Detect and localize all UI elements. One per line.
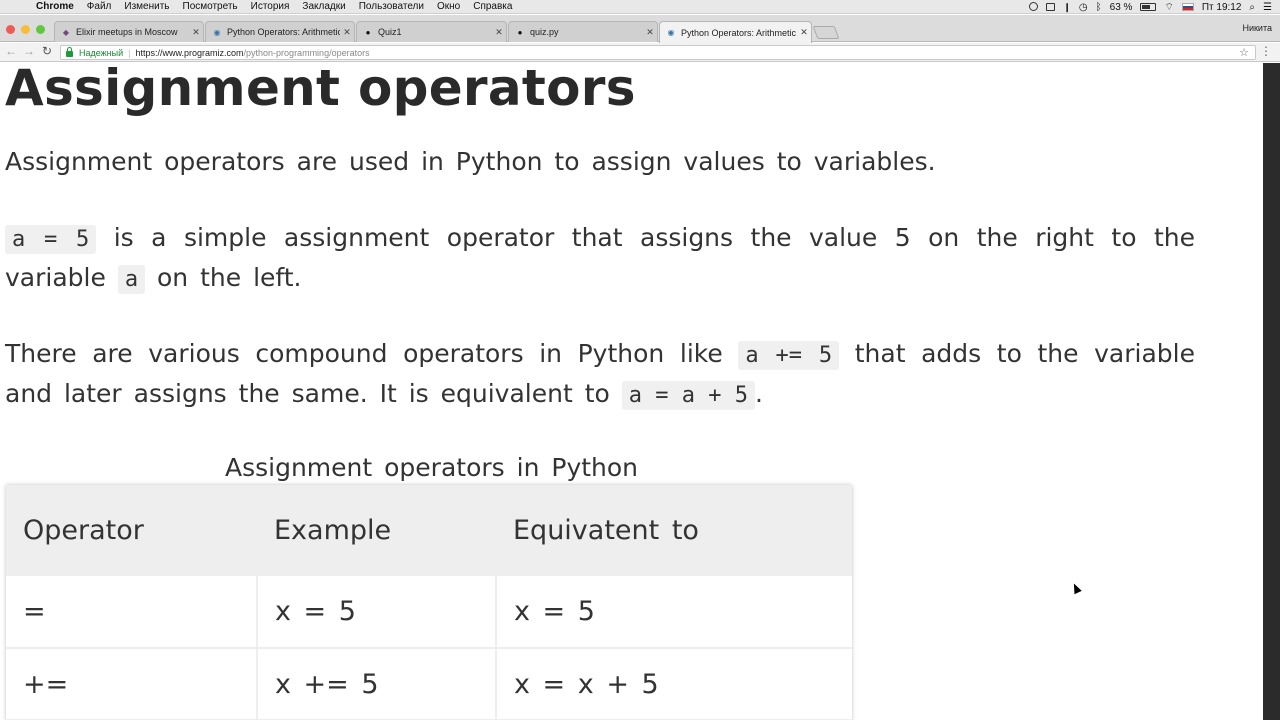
tab-python-operators[interactable]: ◉ Python Operators: Arithmetic ✕ xyxy=(205,21,355,42)
table-cell: x = 5 xyxy=(496,576,852,649)
column-header-example: Example xyxy=(257,485,496,576)
close-tab-icon[interactable]: ✕ xyxy=(797,27,811,38)
page-scrollbar[interactable] xyxy=(1263,63,1280,720)
menu-edit[interactable]: Изменить xyxy=(124,1,169,12)
menu-window[interactable]: Окно xyxy=(437,1,460,12)
bluetooth-icon[interactable]: ᛒ xyxy=(1096,2,1102,13)
menu-bookmarks[interactable]: Закладки xyxy=(302,1,345,12)
notification-center-icon[interactable]: ☰ xyxy=(1263,2,1272,13)
table-row: = x = 5 x = 5 xyxy=(6,576,852,649)
table-row: += x += 5 x = x + 5 xyxy=(6,648,852,720)
address-separator: | xyxy=(128,47,131,58)
tab-strip: ◆ Elixir meetups in Moscow ✕ ◉ Python Op… xyxy=(0,15,1280,43)
browser-toolbar: ← → ↻ Надежный | https://www.programiz.c… xyxy=(0,43,1280,62)
paragraph-text: . xyxy=(754,379,763,408)
forward-icon[interactable]: → xyxy=(22,44,36,58)
tab-title: Quiz1 xyxy=(378,27,402,37)
menu-kebab-icon[interactable]: ⋮ xyxy=(1260,44,1272,58)
close-tab-icon[interactable]: ✕ xyxy=(643,27,657,38)
reload-icon[interactable]: ↻ xyxy=(40,44,54,58)
menu-file[interactable]: Файл xyxy=(87,1,112,12)
input-source-flag-icon[interactable] xyxy=(1181,2,1194,13)
table-cell: x = x + 5 xyxy=(496,648,852,720)
paragraph-text: There are various compound operators in … xyxy=(5,339,739,368)
table-caption: Assignment operators in Python xyxy=(225,453,639,482)
python-icon: ◉ xyxy=(213,27,221,37)
close-tab-icon[interactable]: ✕ xyxy=(189,27,203,38)
url-path: /python-programming/operators xyxy=(243,47,370,58)
code-snippet: a = 5 xyxy=(5,225,97,254)
menu-people[interactable]: Пользователи xyxy=(359,1,424,12)
tab-title: Elixir meetups in Moscow xyxy=(76,27,178,37)
compound-operators-paragraph: There are various compound operators in … xyxy=(5,335,1195,415)
menu-history[interactable]: История xyxy=(251,1,290,12)
tab-quiz1[interactable]: ● Quiz1 ✕ xyxy=(356,21,507,42)
operators-table: Operator Example Equivatent to = x = 5 x… xyxy=(6,485,852,720)
table-cell: x += 5 xyxy=(257,648,497,720)
display-icon[interactable] xyxy=(1046,2,1056,13)
tab-python-operators-active[interactable]: ◉ Python Operators: Arithmetic ✕ xyxy=(659,21,812,43)
close-tab-icon[interactable]: ✕ xyxy=(492,27,506,38)
menu-view[interactable]: Посмотреть xyxy=(183,1,238,12)
table-cell: x = 5 xyxy=(257,576,497,649)
back-icon[interactable]: ← xyxy=(4,44,18,58)
github-icon: ● xyxy=(517,27,523,37)
battery-percent[interactable]: 63 % xyxy=(1110,2,1133,13)
tab-title: Python Operators: Arithmetic xyxy=(227,27,340,37)
mic-icon[interactable]: ❙ xyxy=(1063,2,1071,13)
paragraph-text: on the left. xyxy=(145,263,302,292)
dnd-icon[interactable] xyxy=(1029,2,1039,13)
github-icon: ● xyxy=(365,27,371,37)
menu-help[interactable]: Справка xyxy=(473,1,512,12)
section-heading: Assignment operators xyxy=(5,63,636,117)
python-icon: ◉ xyxy=(667,28,675,37)
page-content: Assignment operators Assignment operator… xyxy=(0,63,1263,720)
new-tab-button[interactable] xyxy=(812,26,840,39)
spotlight-icon[interactable]: ⌕ xyxy=(1249,2,1255,13)
code-snippet: a += 5 xyxy=(738,341,840,370)
close-tab-icon[interactable]: ✕ xyxy=(340,27,354,38)
tab-title: Python Operators: Arithmetic xyxy=(681,27,797,38)
window-controls xyxy=(6,25,45,34)
profile-name[interactable]: Никита xyxy=(1242,23,1272,33)
clock[interactable]: Пт 19:12 xyxy=(1202,2,1242,13)
column-header-equivalent: Equivatent to xyxy=(496,485,852,576)
battery-icon[interactable] xyxy=(1140,2,1157,13)
bookmark-star-icon[interactable]: ☆ xyxy=(1239,46,1249,59)
simple-assignment-paragraph: a = 5 is a simple assignment operator th… xyxy=(5,219,1195,299)
lock-icon xyxy=(66,46,73,57)
table-cell: += xyxy=(6,648,258,720)
system-menubar: Chrome Файл Изменить Посмотреть История … xyxy=(0,0,1280,14)
address-bar[interactable]: Надежный | https://www.programiz.com /py… xyxy=(60,45,1256,60)
table-header-row: Operator Example Equivatent to xyxy=(6,485,852,576)
secure-label: Надежный xyxy=(79,47,124,58)
wifi-icon[interactable]: ⌔ xyxy=(1164,1,1173,14)
tab-title: quiz.py xyxy=(530,27,559,37)
minimize-window-button[interactable] xyxy=(21,25,30,34)
mouse-cursor-icon xyxy=(1070,581,1082,595)
close-window-button[interactable] xyxy=(6,25,15,34)
code-snippet: a = a + 5 xyxy=(621,381,755,410)
elixir-icon: ◆ xyxy=(62,27,70,37)
tab-elixir-meetups[interactable]: ◆ Elixir meetups in Moscow ✕ xyxy=(54,21,204,42)
column-header-operator: Operator xyxy=(6,485,257,576)
maximize-window-button[interactable] xyxy=(36,25,45,34)
intro-paragraph: Assignment operators are used in Python … xyxy=(5,147,936,176)
code-snippet: a xyxy=(117,265,146,294)
table-cell: = xyxy=(6,576,258,649)
timemachine-icon[interactable]: ◷ xyxy=(1079,2,1088,13)
tab-quiz-py[interactable]: ● quiz.py ✕ xyxy=(508,21,658,42)
status-area: ❙ ◷ ᛒ 63 % ⌔ Пт 19:12 ⌕ ☰ xyxy=(1029,0,1280,14)
url-host: https://www.programiz.com xyxy=(135,47,244,58)
menu-app-name[interactable]: Chrome xyxy=(36,1,74,12)
